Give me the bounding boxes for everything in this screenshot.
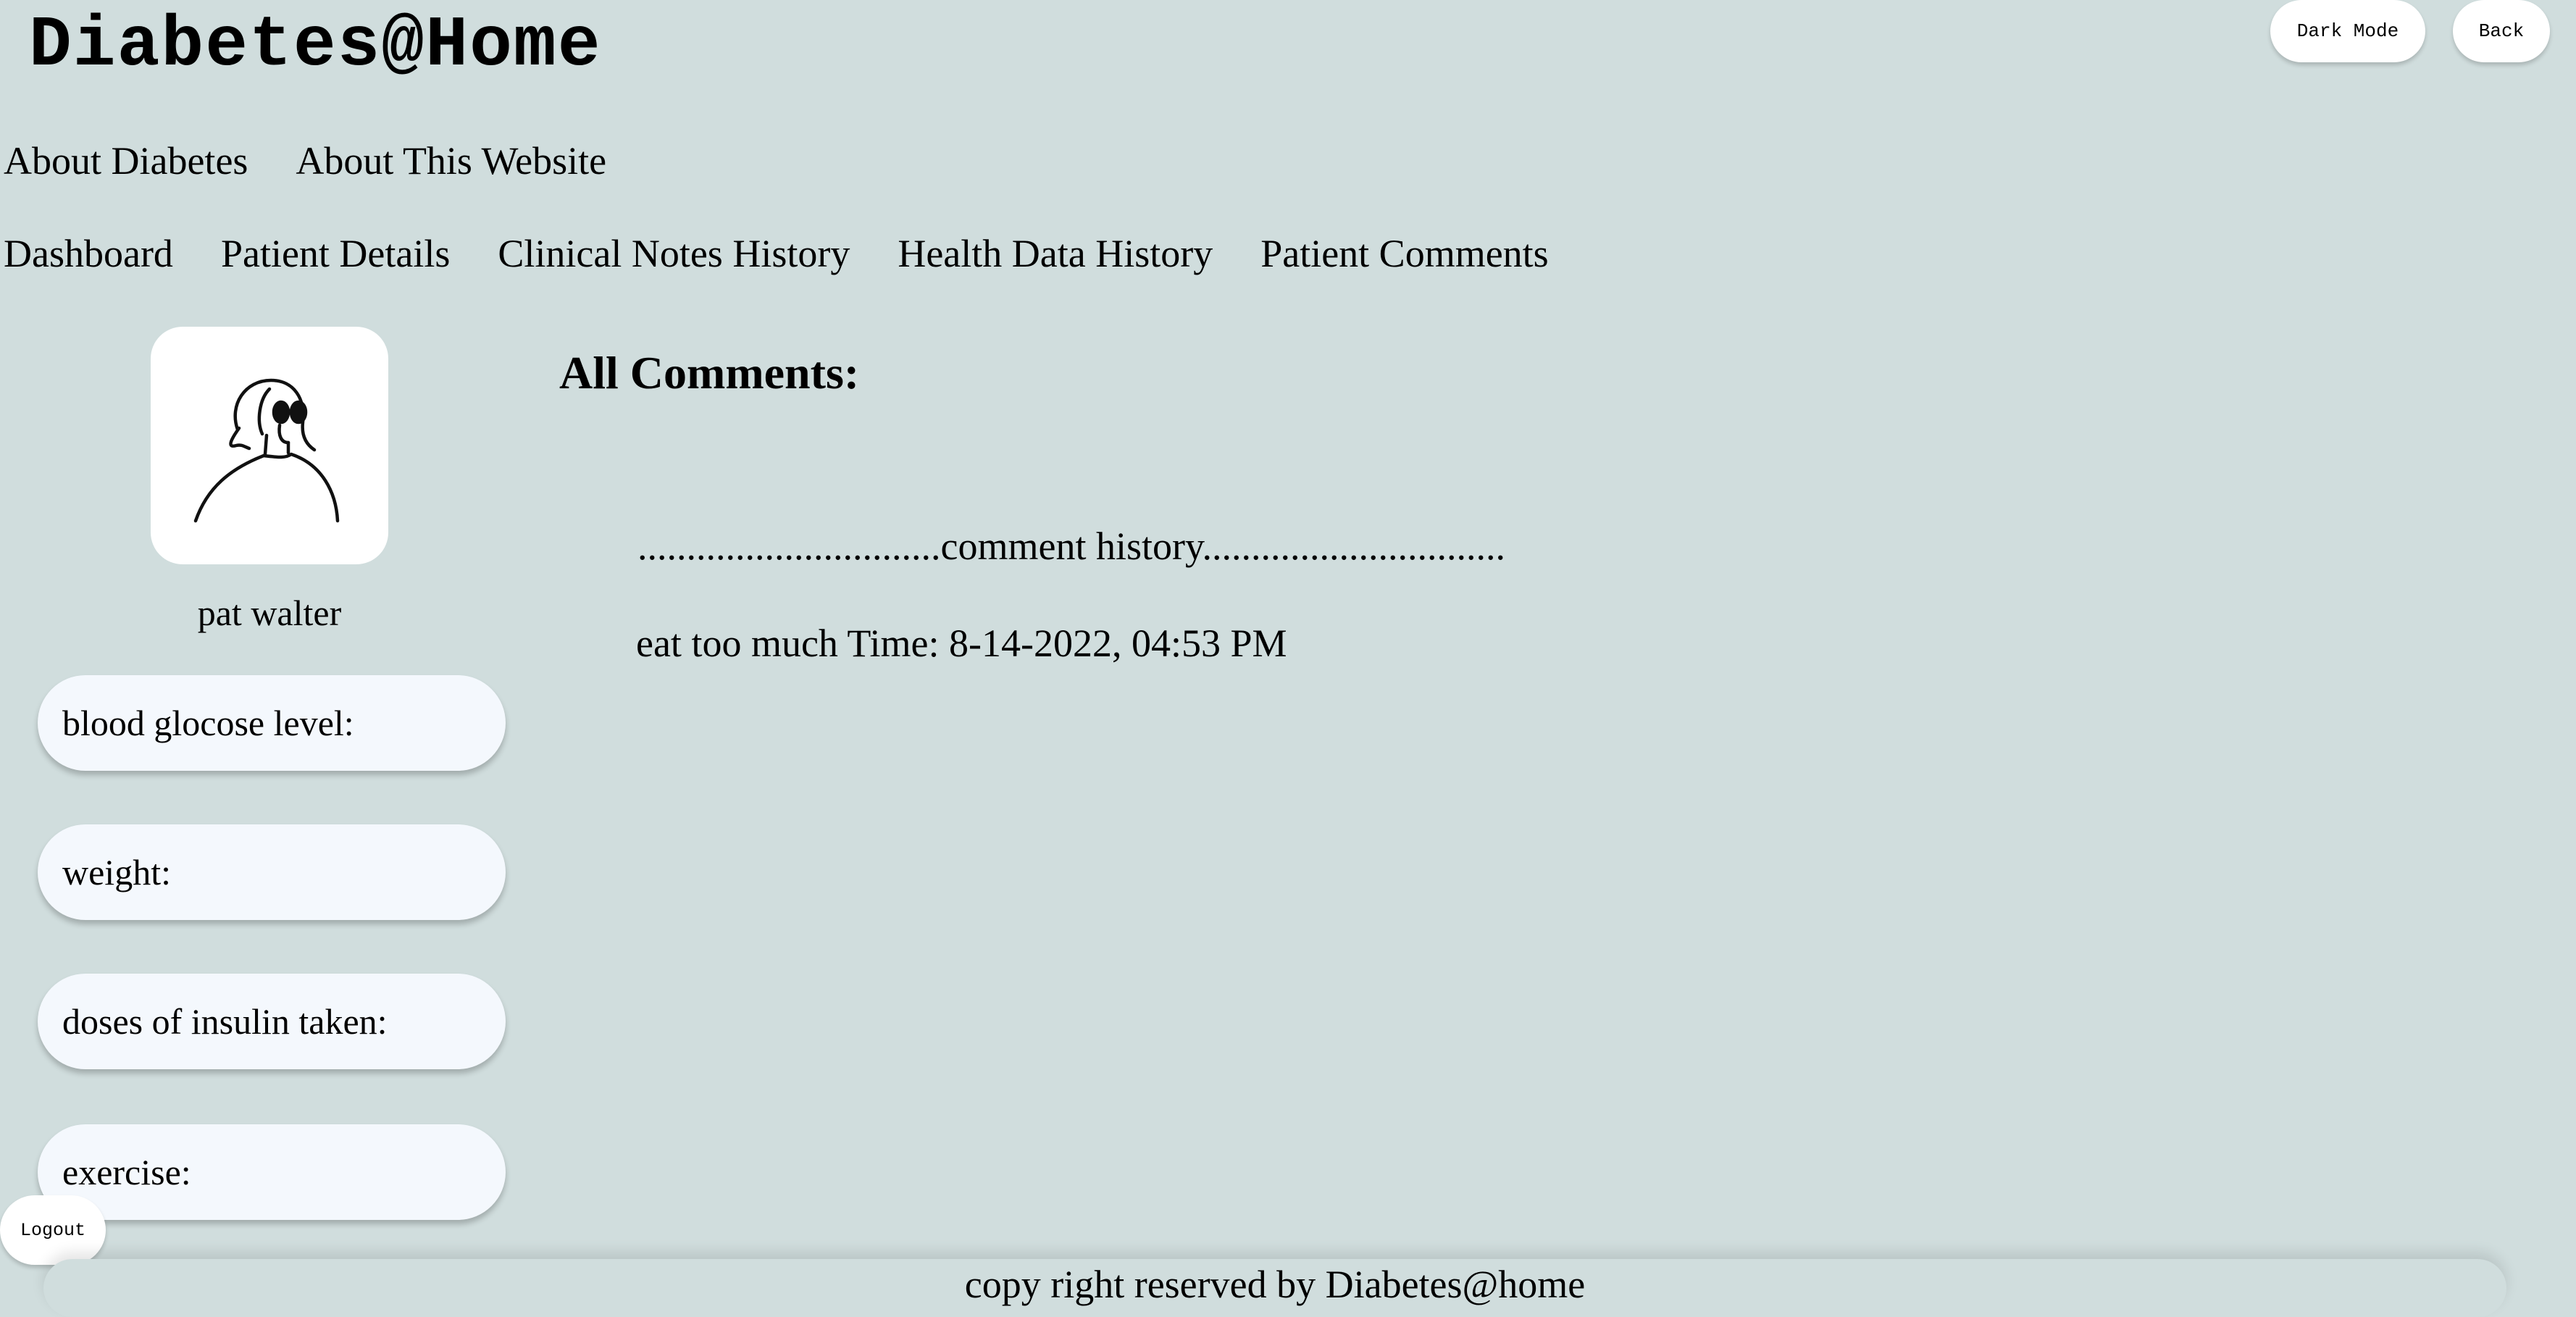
insulin-card: doses of insulin taken: [38,974,506,1069]
comment-history-heading: ...............................comment h… [637,524,1505,568]
nav-link-dashboard[interactable]: Dashboard [4,230,173,277]
dark-mode-button[interactable]: Dark Mode [2270,0,2425,62]
logout-button[interactable]: Logout [0,1195,106,1265]
patient-avatar [151,327,388,564]
patient-name: pat walter [197,593,342,633]
nav-link-patient-comments[interactable]: Patient Comments [1260,230,1549,277]
person-avatar-icon [193,378,340,523]
weight-label: weight: [62,852,171,892]
nav-link-clinical-notes-history[interactable]: Clinical Notes History [498,230,850,277]
blood-glucose-label: blood glocose level: [62,703,354,743]
nav-link-about-diabetes[interactable]: About Diabetes [4,138,248,184]
info-nav: About Diabetes About This Website [4,138,654,184]
nav-link-patient-details[interactable]: Patient Details [221,230,450,277]
exercise-label: exercise: [62,1152,191,1192]
nav-link-health-data-history[interactable]: Health Data History [898,230,1213,277]
weight-card: weight: [38,824,506,920]
comment-entry: eat too much Time: 8-14-2022, 04:53 PM [636,622,1287,665]
site-title: Diabetes@Home [29,6,602,86]
insulin-label: doses of insulin taken: [62,1001,388,1042]
footer-copyright: copy right reserved by Diabetes@home [964,1263,1586,1306]
blood-glucose-card: blood glocose level: [38,675,506,771]
footer: copy right reserved by Diabetes@home [43,1259,2506,1317]
clinician-nav: Dashboard Patient Details Clinical Notes… [4,230,1597,277]
exercise-card: exercise: [38,1124,506,1220]
back-button[interactable]: Back [2453,0,2550,62]
comments-title: All Comments: [559,347,860,398]
nav-link-about-website[interactable]: About This Website [296,138,606,184]
